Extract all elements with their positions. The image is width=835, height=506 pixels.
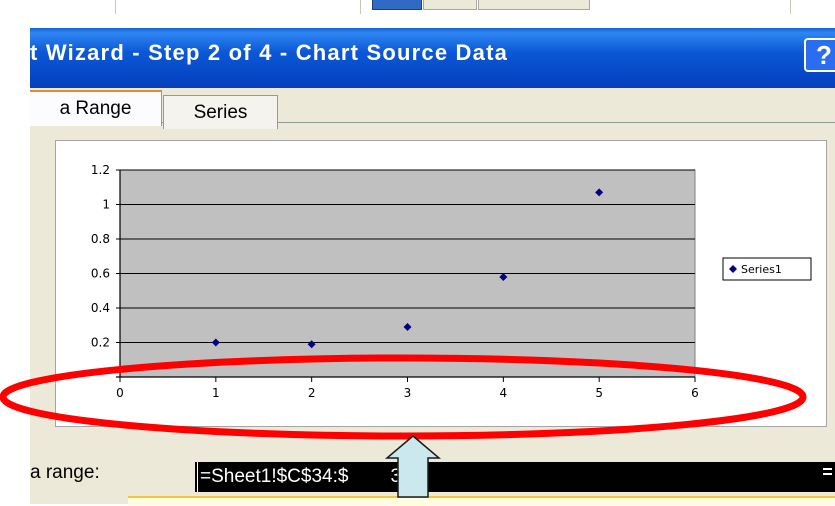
up-arrow-icon — [384, 435, 442, 498]
annotation-overlay — [0, 354, 807, 498]
highlight-ellipse — [0, 354, 807, 440]
